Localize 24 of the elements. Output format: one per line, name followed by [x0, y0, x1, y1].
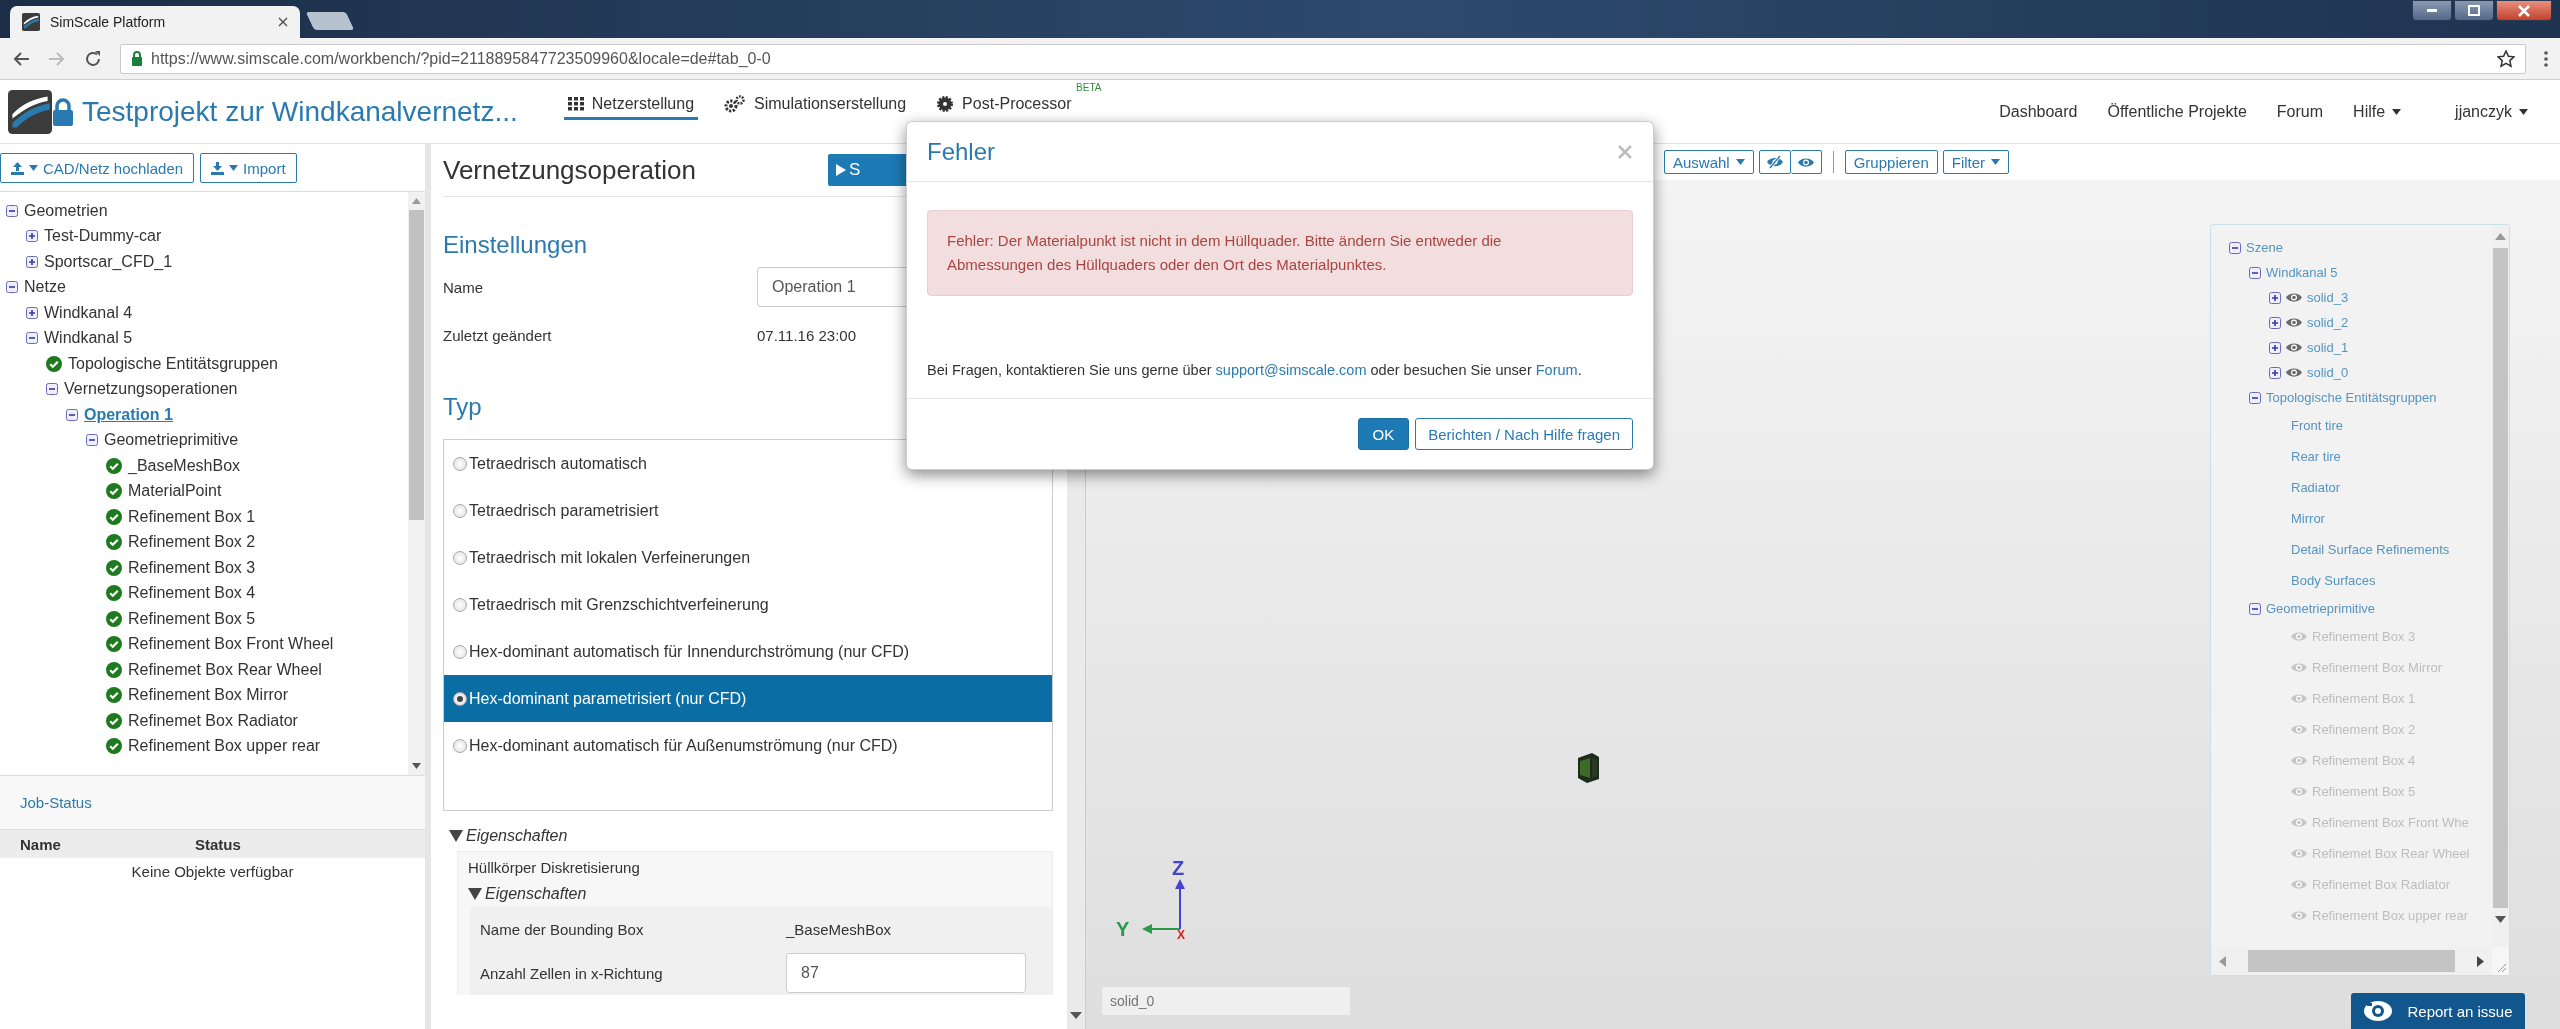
group-title: Eigenschaften — [485, 885, 587, 903]
column-header: Status — [195, 835, 242, 853]
field-label: Name — [443, 278, 484, 296]
panel-title: Vernetzungsoperation — [443, 154, 696, 186]
field-label: Zuletzt geändert — [443, 326, 553, 344]
panel-title: Job-Status — [20, 794, 92, 811]
field-value: _BaseMeshBox — [786, 920, 893, 938]
section-heading: Typ — [443, 393, 482, 421]
column-header: Name — [20, 835, 62, 853]
field-value: 07.11.16 23:00 — [757, 326, 857, 344]
error-message: Fehler: Der Materialpunkt ist nicht in dem Hüllquader. Bitte ändern Sie entweder die Abmessungen des Hüllquaders oder den Ort des Materialpunktes. — [927, 210, 1633, 296]
section-heading: Einstellungen — [443, 231, 588, 259]
field-label: Anzahl Zellen in x-Richtung — [480, 964, 664, 982]
axis-label: Y — [1116, 918, 1130, 940]
group-label: Hüllkörper Diskretisierung — [467, 858, 641, 878]
project-title: Testprojekt zur Windkanalvernetz... — [82, 95, 518, 128]
group-title: Eigenschaften — [466, 827, 568, 845]
axis-label: Z — [1172, 857, 1185, 879]
help-text: Bei Fragen, kontaktieren Sie uns gerne über support@simscale.com oder besuchen Sie unser Forum. — [927, 362, 1583, 378]
axis-label: X — [1177, 928, 1185, 942]
beta-label: BETA — [1076, 82, 1102, 93]
dialog-title: Fehler — [927, 137, 996, 166]
field-label: Name der Bounding Box — [480, 920, 645, 938]
empty-message: Keine Objekte verfügbar — [130, 862, 295, 882]
